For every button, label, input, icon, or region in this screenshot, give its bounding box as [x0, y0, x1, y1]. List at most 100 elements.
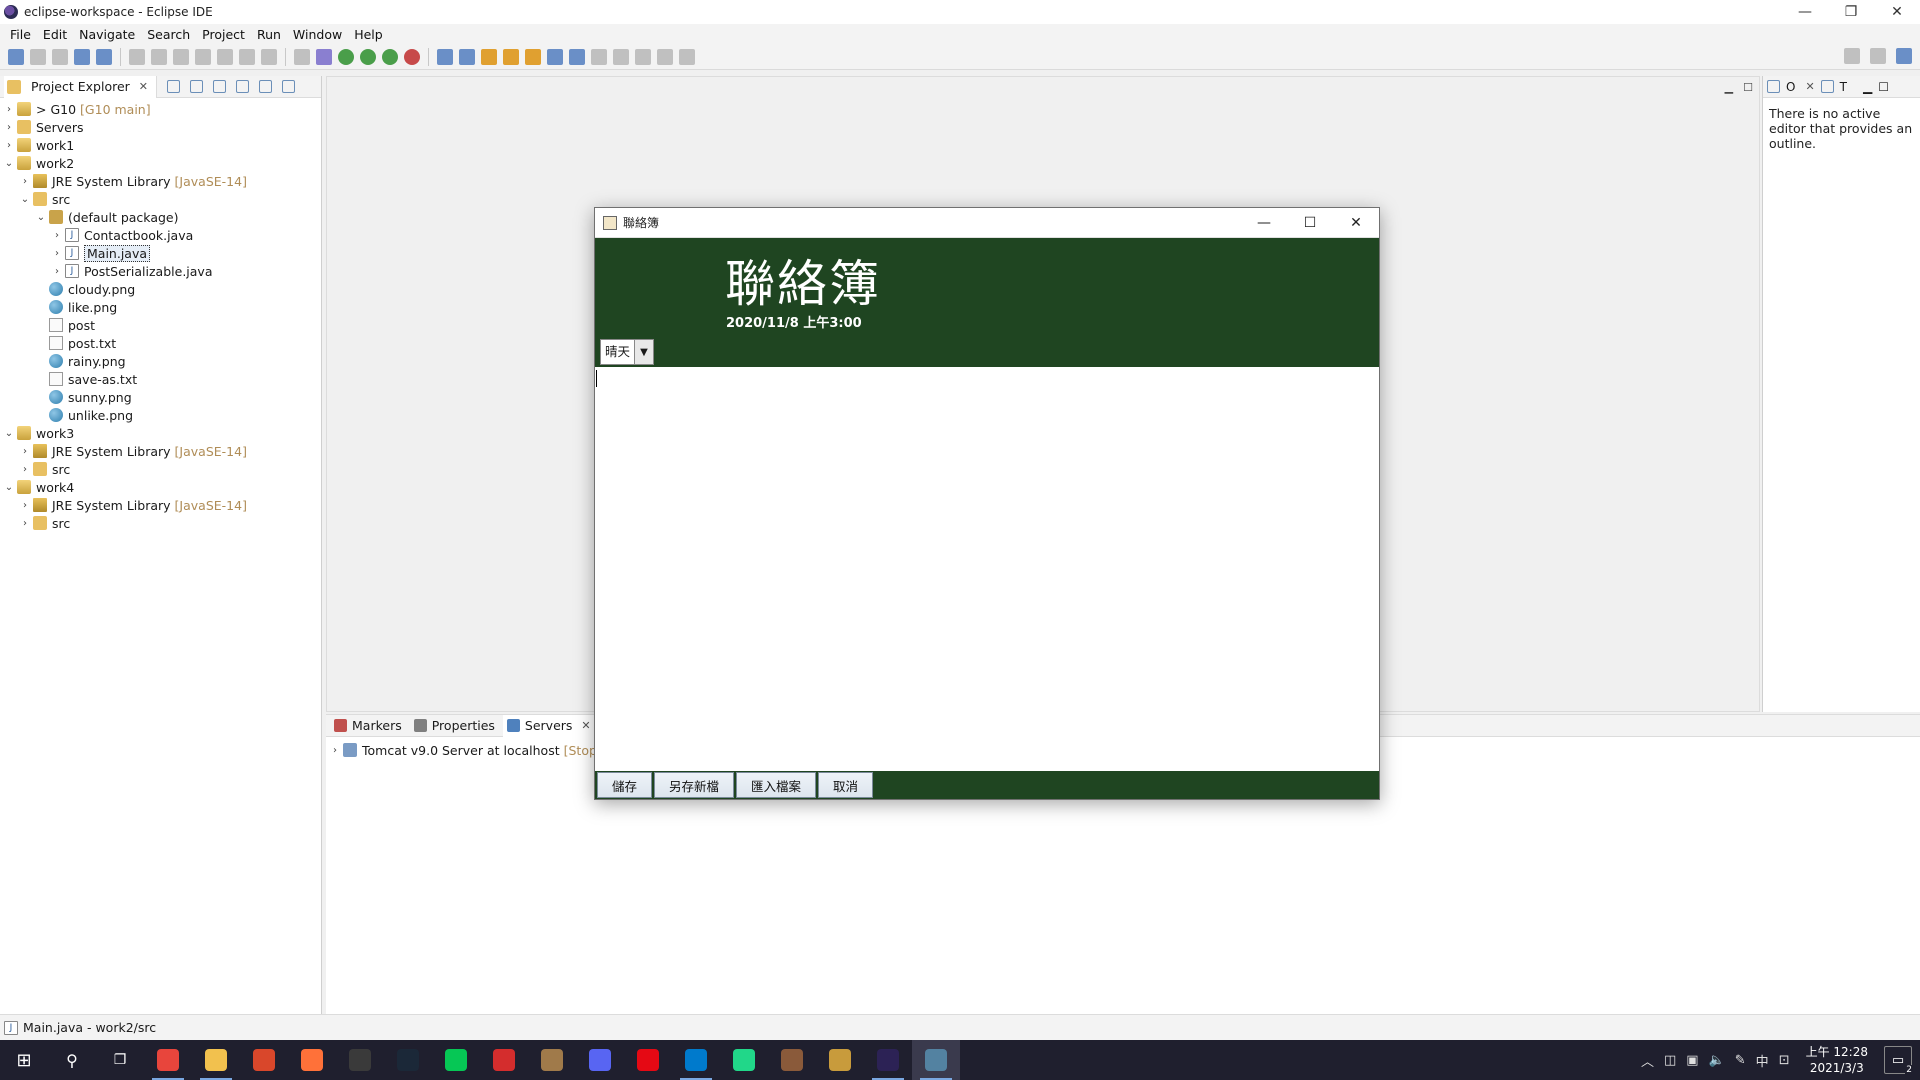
tree-item[interactable]: sunny.png	[0, 388, 321, 406]
open-task-icon[interactable]	[503, 48, 519, 65]
chevron-icon[interactable]: ›	[4, 122, 14, 133]
minimize-icon[interactable]: ▁	[1725, 81, 1733, 94]
step-into-icon[interactable]	[217, 48, 233, 65]
import-button[interactable]: 匯入檔案	[736, 772, 817, 798]
chevron-icon[interactable]: ›	[20, 518, 30, 529]
taskbar-app[interactable]	[144, 1040, 192, 1080]
tree-item[interactable]: › J Main.java	[0, 244, 321, 262]
chevron-icon[interactable]: ›	[4, 104, 14, 115]
new-package-icon[interactable]	[459, 48, 475, 65]
view-menu-icon[interactable]	[236, 80, 250, 93]
coverage-icon[interactable]	[382, 48, 398, 65]
menu-window[interactable]: Window	[287, 27, 348, 42]
network-icon[interactable]: ◫	[1664, 1053, 1676, 1068]
chevron-down-icon[interactable]: ▼	[634, 340, 654, 364]
dialog-close-button[interactable]: ✕	[1333, 208, 1379, 238]
taskbar-app[interactable]	[480, 1040, 528, 1080]
sync-icon[interactable]	[569, 48, 585, 65]
taskbar-app[interactable]	[240, 1040, 288, 1080]
post-textarea[interactable]	[595, 367, 1379, 771]
search-button[interactable]: ⚲	[48, 1040, 96, 1080]
save-button[interactable]: 儲存	[597, 772, 653, 798]
step-over-icon[interactable]	[239, 48, 255, 65]
chevron-icon[interactable]: ⌄	[4, 428, 14, 439]
minimize-button[interactable]: —	[1782, 0, 1828, 24]
tree-item[interactable]: ⌄ work4	[0, 478, 321, 496]
tab-properties[interactable]: Properties	[410, 715, 503, 737]
menu-navigate[interactable]: Navigate	[73, 27, 141, 42]
notification-button[interactable]: ▭ 2	[1884, 1046, 1913, 1075]
menu-help[interactable]: Help	[348, 27, 389, 42]
tree-item[interactable]: › J Contactbook.java	[0, 226, 321, 244]
collapse-all-icon[interactable]	[167, 80, 181, 93]
maximize-icon[interactable]: ☐	[1878, 80, 1889, 94]
minimize-icon[interactable]: ▁	[1863, 80, 1872, 94]
disconnect-icon[interactable]	[195, 48, 211, 65]
save-all-icon[interactable]	[52, 48, 68, 65]
terminate-icon[interactable]	[173, 48, 189, 65]
chevron-icon[interactable]: ›	[20, 464, 30, 475]
expand-icon[interactable]: ›	[330, 745, 340, 756]
taskbar-app[interactable]	[336, 1040, 384, 1080]
chevron-up-icon[interactable]: ︿	[1641, 1051, 1654, 1070]
open-perspective-icon[interactable]	[1870, 48, 1886, 64]
tab-project-explorer[interactable]: Project Explorer ✕	[4, 75, 158, 98]
use-step-filters-icon[interactable]	[316, 48, 332, 65]
chevron-icon[interactable]: ›	[20, 500, 30, 511]
input-mode-icon[interactable]: ⊡	[1779, 1053, 1790, 1068]
taskbar-app[interactable]	[912, 1040, 960, 1080]
suspend-icon[interactable]	[151, 48, 167, 65]
save-icon[interactable]	[30, 48, 46, 65]
search-icon[interactable]	[1844, 48, 1860, 64]
tree-item[interactable]: cloudy.png	[0, 280, 321, 298]
java-perspective-icon[interactable]	[1896, 48, 1912, 64]
display-icon[interactable]: ▣	[1686, 1053, 1698, 1068]
taskbar-app[interactable]	[576, 1040, 624, 1080]
globe-icon[interactable]	[547, 48, 563, 65]
filter-icon[interactable]	[213, 80, 227, 93]
taskbar-app[interactable]	[624, 1040, 672, 1080]
close-button[interactable]: ✕	[1874, 0, 1920, 24]
taskbar-app[interactable]	[672, 1040, 720, 1080]
ime-indicator[interactable]: 中	[1756, 1051, 1769, 1070]
link-editor-icon[interactable]	[190, 80, 204, 93]
tree-item[interactable]: › src	[0, 460, 321, 478]
back-icon[interactable]	[635, 48, 651, 65]
new-icon[interactable]	[8, 48, 24, 65]
new-java-project-icon[interactable]	[437, 48, 453, 65]
weather-select[interactable]: 晴天 ▼	[600, 339, 655, 365]
tree-item[interactable]: ⌄ src	[0, 190, 321, 208]
chevron-icon[interactable]: ⌄	[4, 158, 14, 169]
resume-icon[interactable]	[129, 48, 145, 65]
cancel-button[interactable]: 取消	[818, 772, 874, 798]
menu-file[interactable]: File	[4, 27, 37, 42]
dialog-maximize-button[interactable]: ☐	[1287, 208, 1333, 238]
save-as-button[interactable]: 另存新檔	[654, 772, 735, 798]
taskbar-app[interactable]	[528, 1040, 576, 1080]
tree-item[interactable]: post	[0, 316, 321, 334]
close-icon[interactable]: ✕	[1805, 80, 1814, 93]
tree-item[interactable]: › JRE System Library [JavaSE-14]	[0, 172, 321, 190]
chevron-icon[interactable]: ⌄	[20, 194, 30, 205]
taskbar-app[interactable]	[720, 1040, 768, 1080]
maximize-icon[interactable]: ☐	[1743, 81, 1753, 94]
tab-task-list[interactable]: T	[1840, 80, 1847, 94]
taskbar-app[interactable]	[864, 1040, 912, 1080]
chevron-icon[interactable]: ›	[20, 446, 30, 457]
open-type-icon[interactable]	[481, 48, 497, 65]
tree-item[interactable]: ⌄ (default package)	[0, 208, 321, 226]
step-return-icon[interactable]	[261, 48, 277, 65]
tree-item[interactable]: › JRE System Library [JavaSE-14]	[0, 496, 321, 514]
tree-item[interactable]: like.png	[0, 298, 321, 316]
pin-editor-icon[interactable]	[679, 48, 695, 65]
taskbar-app[interactable]	[432, 1040, 480, 1080]
menu-run[interactable]: Run	[251, 27, 287, 42]
maximize-icon[interactable]	[282, 80, 296, 93]
close-icon[interactable]: ✕	[581, 719, 590, 732]
taskbar-app[interactable]	[384, 1040, 432, 1080]
menu-search[interactable]: Search	[141, 27, 196, 42]
forward-icon[interactable]	[657, 48, 673, 65]
tree-item[interactable]: › > G10 [G10 main]	[0, 100, 321, 118]
terminal-icon[interactable]	[74, 48, 90, 65]
pen-icon[interactable]: ✎	[1735, 1053, 1746, 1068]
